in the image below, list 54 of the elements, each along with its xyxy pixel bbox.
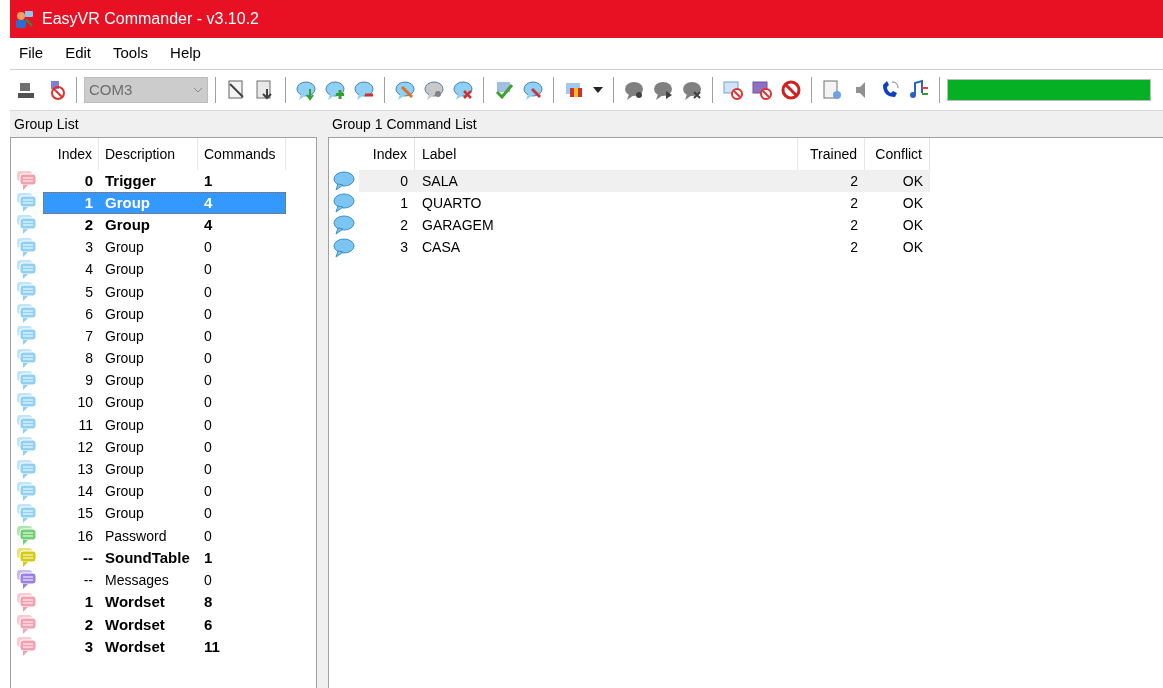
list-row[interactable]: 7 Group 0	[43, 325, 286, 348]
speech-bubble-icon	[333, 171, 355, 192]
checkmark-icon[interactable]	[493, 79, 515, 101]
list-row[interactable]: 1 QUARTO 2 OK	[359, 192, 930, 215]
speech-bubble-delete-icon[interactable]	[452, 79, 474, 101]
list-row[interactable]: 3 CASA 2 OK	[359, 236, 930, 259]
speech-bubble-icon	[333, 193, 355, 214]
chevron-down-icon	[193, 87, 203, 93]
music-note-icon[interactable]	[908, 79, 930, 101]
menu-item[interactable]: Edit	[56, 41, 101, 66]
speech-bubble-record-icon[interactable]	[623, 79, 645, 101]
list-row[interactable]: 1 Wordset 8	[43, 591, 286, 614]
speech-bubble-add-icon[interactable]	[324, 79, 346, 101]
speech-bubble-play-icon[interactable]	[652, 79, 674, 101]
list-row[interactable]: 10 Group 0	[43, 391, 286, 415]
column-header[interactable]: Commands	[198, 138, 286, 170]
list-row[interactable]: 3 Wordset 11	[43, 635, 286, 659]
list-row[interactable]: 9 Group 0	[43, 369, 286, 392]
list-row[interactable]: 16 Password 0	[43, 525, 286, 548]
list-row[interactable]: 2 Group 4	[43, 214, 286, 237]
list-row[interactable]: 5 Group 0	[43, 280, 286, 304]
list-row[interactable]: 2 GARAGEM 2 OK	[359, 214, 930, 237]
speech-bubble-cross-icon[interactable]	[681, 79, 703, 101]
list-row[interactable]: -- Messages 0	[43, 569, 286, 592]
list-row[interactable]: 12 Group 0	[43, 436, 286, 459]
list-row[interactable]: 6 Group 0	[43, 303, 286, 326]
list-row[interactable]: 8 Group 0	[43, 347, 286, 370]
app-icon	[14, 9, 34, 29]
column-header[interactable]: Description	[99, 138, 198, 170]
list-row[interactable]: 13 Group 0	[43, 458, 286, 481]
speech-bubble-remove-icon[interactable]	[353, 79, 375, 101]
list-row[interactable]: 0 Trigger 1	[43, 170, 286, 193]
menu-item[interactable]: Help	[161, 41, 210, 66]
list-row[interactable]: 11 Group 0	[43, 414, 286, 437]
menu-item[interactable]: File	[10, 41, 53, 66]
window-title: EasyVR Commander - v3.10.2	[42, 9, 259, 29]
speech-bubble-icon	[333, 237, 355, 258]
prohibited-icon[interactable]	[780, 79, 802, 101]
caret-down-icon[interactable]	[593, 87, 603, 93]
speech-bubble-icon	[333, 215, 355, 236]
list-row[interactable]: 14 Group 0	[43, 480, 286, 503]
windows-blocked-icon[interactable]	[722, 79, 744, 101]
menu-item[interactable]: Tools	[104, 41, 158, 66]
windows-blocked-icon[interactable]	[751, 79, 773, 101]
column-header[interactable]: Index	[43, 138, 99, 170]
list-row[interactable]: 3 Group 0	[43, 236, 286, 259]
speech-bubble-download-icon[interactable]	[295, 79, 317, 101]
panel-title: Group 1 Command List	[331, 115, 478, 134]
list-row[interactable]: 15 Group 0	[43, 502, 286, 525]
list-row[interactable]: 4 Group 0	[43, 258, 286, 281]
list-row[interactable]: 0 SALA 2 OK	[359, 170, 930, 193]
list-row[interactable]: -- SoundTable 1	[43, 547, 286, 570]
list-row[interactable]: 2 Wordset 6	[43, 613, 286, 636]
panel-title: Group List	[13, 115, 80, 134]
